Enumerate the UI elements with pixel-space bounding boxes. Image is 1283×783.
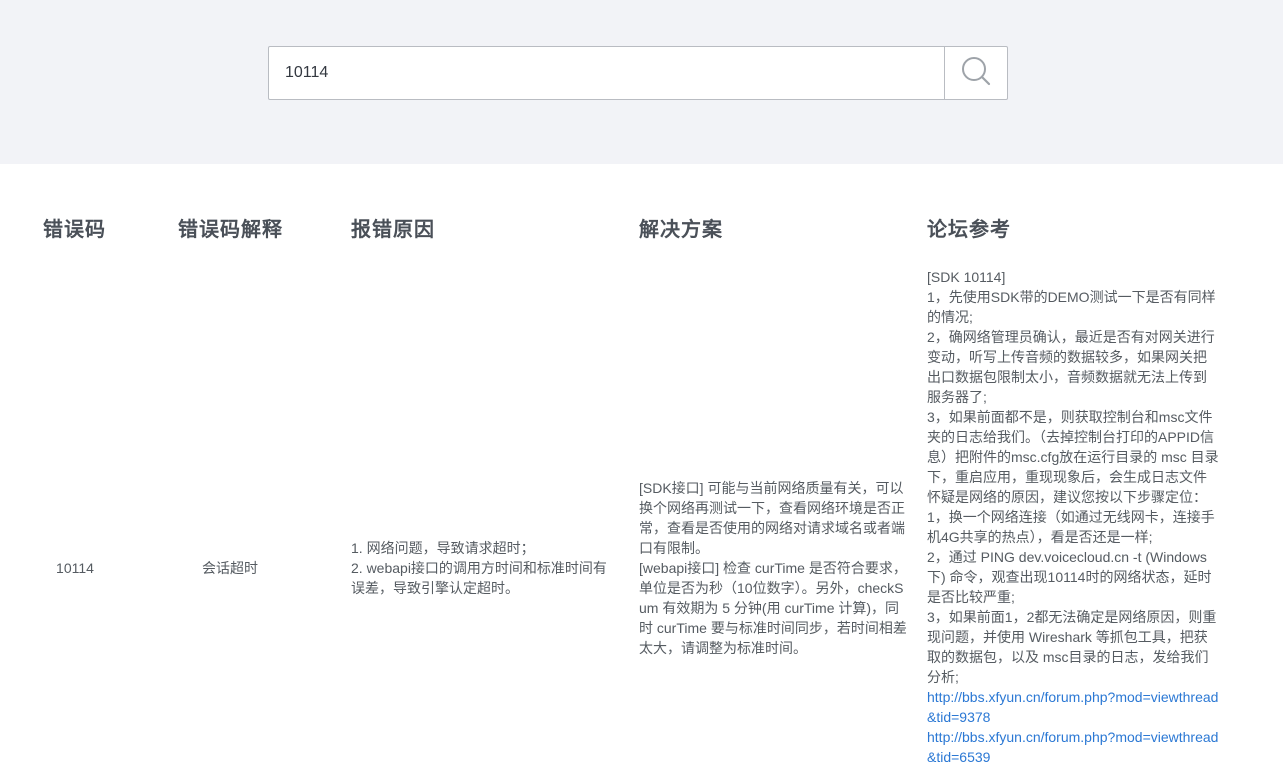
header-code: 错误码: [43, 219, 106, 241]
forum-line: 3，如果前面1，2都无法确定是网络原因，则重现问题，并使用 Wireshark …: [927, 609, 1217, 685]
header-solution: 解决方案: [639, 219, 723, 241]
forum-line: 1，先使用SDK带的DEMO测试一下是否有同样的情况;: [927, 289, 1216, 325]
cause-line: 2. webapi接口的调用方时间和标准时间有误差，导致引擎认定超时。: [351, 560, 607, 596]
cell-cause: 1. 网络问题，导致请求超时； 2. webapi接口的调用方时间和标准时间有误…: [351, 538, 616, 598]
cell-code: 10114: [56, 560, 94, 576]
search-button[interactable]: [944, 47, 1007, 99]
forum-line: 2，确网络管理员确认，最近是否有对网关进行变动，听写上传音频的数据较多，如果网关…: [927, 329, 1215, 405]
cell-meaning: 会话超时: [202, 560, 258, 576]
forum-line: 3，如果前面都不是，则获取控制台和msc文件夹的日志给我们。（去掉控制台打印的A…: [927, 409, 1219, 505]
header-forum: 论坛参考: [927, 219, 1011, 241]
forum-line: 2，通过 PING dev.voicecloud.cn -t (Windows …: [927, 549, 1212, 605]
cell-forum: [SDK 10114] 1，先使用SDK带的DEMO测试一下是否有同样的情况; …: [927, 267, 1220, 767]
forum-link[interactable]: http://bbs.xfyun.cn/forum.php?mod=viewth…: [927, 687, 1220, 727]
search-icon: [961, 56, 991, 91]
cause-line: 1. 网络问题，导致请求超时；: [351, 540, 535, 556]
forum-line: 1，换一个网络连接（如通过无线网卡，连接手机4G共享的热点），看是否还是一样;: [927, 509, 1215, 545]
solution-line: [webapi接口] 检查 curTime 是否符合要求，单位是否为秒（10位数…: [639, 560, 907, 656]
header-meaning: 错误码解释: [178, 219, 283, 241]
search-bar: [268, 46, 1008, 100]
cell-solution: [SDK接口] 可能与当前网络质量有关，可以换个网络再测试一下，查看网络环境是否…: [639, 478, 907, 658]
header-cause: 报错原因: [351, 219, 435, 241]
forum-link[interactable]: http://bbs.xfyun.cn/forum.php?mod=viewth…: [927, 727, 1220, 767]
forum-line: [SDK 10114]: [927, 269, 1006, 285]
search-input[interactable]: [269, 47, 945, 99]
solution-line: [SDK接口] 可能与当前网络质量有关，可以换个网络再测试一下，查看网络环境是否…: [639, 480, 905, 556]
